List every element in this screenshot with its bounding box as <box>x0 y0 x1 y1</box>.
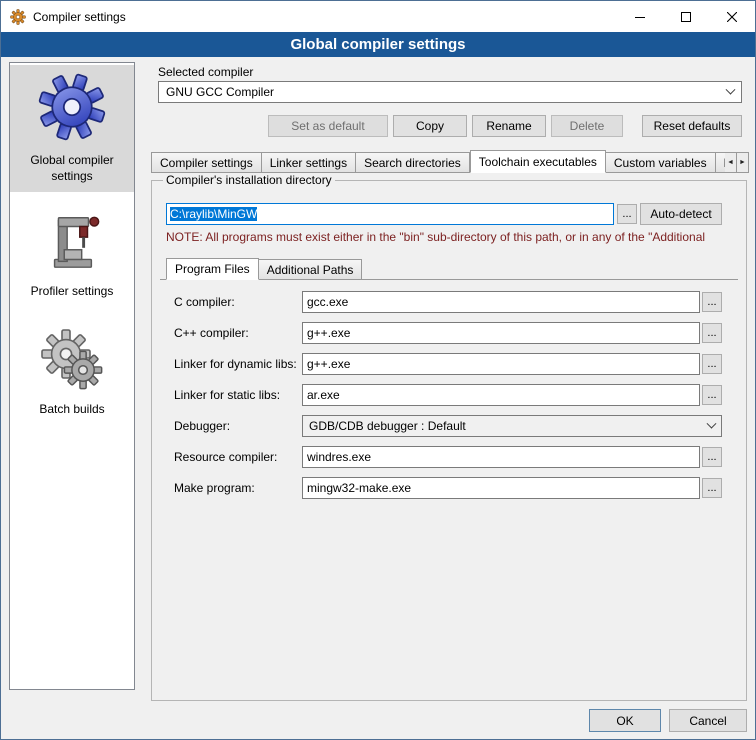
compiler-actions: Set as default Copy Rename Delete Reset … <box>158 115 742 137</box>
tabs-clip: Compiler settings Linker settings Search… <box>151 150 725 173</box>
installation-directory-input[interactable]: C:\raylib\MinGW <box>166 203 614 225</box>
debugger-select-value: GDB/CDB debugger : Default <box>309 419 466 433</box>
c-compiler-row: C compiler: ... <box>174 291 722 313</box>
sidebar: Global compiler settings Profiler settin… <box>9 62 135 690</box>
tab-scroll-left-button[interactable]: ◄ <box>725 152 737 173</box>
tab-compiler-settings[interactable]: Compiler settings <box>151 152 262 173</box>
cpp-compiler-row: C++ compiler: ... <box>174 322 722 344</box>
selected-compiler-label: Selected compiler <box>158 65 253 79</box>
static-linker-label: Linker for static libs: <box>174 388 302 402</box>
maximize-button[interactable] <box>663 1 709 32</box>
page-title: Global compiler settings <box>1 32 755 57</box>
installation-directory-row: C:\raylib\MinGW ... Auto-detect <box>160 203 738 225</box>
dynamic-linker-row: Linker for dynamic libs: ... <box>174 353 722 375</box>
resource-compiler-label: Resource compiler: <box>174 450 302 464</box>
compiler-settings-window: Compiler settings Global compiler settin… <box>0 0 756 740</box>
app-icon <box>10 9 26 25</box>
minimize-icon <box>635 12 645 22</box>
spacer <box>158 115 263 137</box>
sidebar-item-batch-builds[interactable]: Batch builds <box>10 320 134 426</box>
make-program-row: Make program: ... <box>174 477 722 499</box>
compiler-combobox[interactable]: GNU GCC Compiler <box>158 81 742 103</box>
cancel-button[interactable]: Cancel <box>669 709 747 732</box>
dynamic-linker-input[interactable] <box>302 353 700 375</box>
installation-directory-value: C:\raylib\MinGW <box>170 207 257 221</box>
scroll-right-icon: ► <box>739 159 746 166</box>
auto-detect-button[interactable]: Auto-detect <box>640 203 722 225</box>
maximize-icon <box>681 12 691 22</box>
minimize-button[interactable] <box>617 1 663 32</box>
tab-linker-settings[interactable]: Linker settings <box>262 152 356 173</box>
close-button[interactable] <box>709 1 755 32</box>
resource-compiler-input[interactable] <box>302 446 700 468</box>
sidebar-item-global-compiler-settings[interactable]: Global compiler settings <box>10 65 134 192</box>
compiler-combobox-value: GNU GCC Compiler <box>166 85 274 99</box>
installation-directory-browse-button[interactable]: ... <box>617 204 637 224</box>
ok-button[interactable]: OK <box>589 709 661 732</box>
sidebar-item-profiler-settings[interactable]: Profiler settings <box>10 204 134 308</box>
delete-button[interactable]: Delete <box>551 115 623 137</box>
make-program-browse-button[interactable]: ... <box>702 478 722 498</box>
resource-compiler-row: Resource compiler: ... <box>174 446 722 468</box>
bin-subdirectory-note: NOTE: All programs must exist either in … <box>166 230 738 244</box>
gray-gears-icon <box>40 327 104 396</box>
dynamic-linker-browse-button[interactable]: ... <box>702 354 722 374</box>
window-title: Compiler settings <box>33 10 126 24</box>
rename-button[interactable]: Rename <box>472 115 546 137</box>
sidebar-item-label: Batch builds <box>39 402 104 418</box>
static-linker-browse-button[interactable]: ... <box>702 385 722 405</box>
c-compiler-label: C compiler: <box>174 295 302 309</box>
program-files-tabbar: Program Files Additional Paths <box>166 258 738 280</box>
debugger-label: Debugger: <box>174 419 302 433</box>
c-compiler-browse-button[interactable]: ... <box>702 292 722 312</box>
title-bar: Compiler settings <box>1 1 755 32</box>
tab-scroll-right-button[interactable]: ► <box>737 152 749 173</box>
static-linker-row: Linker for static libs: ... <box>174 384 722 406</box>
profiler-tool-icon <box>41 211 103 278</box>
tab-additional-paths[interactable]: Additional Paths <box>259 259 363 280</box>
chevron-down-icon <box>707 418 717 428</box>
tab-build-options[interactable]: Buil <box>716 152 725 173</box>
installation-directory-group-title: Compiler's installation directory <box>163 173 335 187</box>
installation-directory-group: Compiler's installation directory C:\ray… <box>151 173 747 701</box>
settings-tabbar: Compiler settings Linker settings Search… <box>151 150 749 173</box>
window-controls <box>617 1 755 32</box>
make-program-input[interactable] <box>302 477 700 499</box>
dynamic-linker-label: Linker for dynamic libs: <box>174 357 302 371</box>
close-icon <box>727 12 737 22</box>
cpp-compiler-label: C++ compiler: <box>174 326 302 340</box>
static-linker-input[interactable] <box>302 384 700 406</box>
tab-program-files[interactable]: Program Files <box>166 258 259 280</box>
cpp-compiler-input[interactable] <box>302 322 700 344</box>
blue-gear-icon <box>37 72 107 147</box>
dialog-footer: OK Cancel <box>589 709 747 732</box>
chevron-down-icon <box>726 84 736 94</box>
tab-custom-variables[interactable]: Custom variables <box>606 152 716 173</box>
scroll-left-icon: ◄ <box>727 159 734 166</box>
copy-button[interactable]: Copy <box>393 115 467 137</box>
tab-search-directories[interactable]: Search directories <box>356 152 470 173</box>
program-files-panel: C compiler: ... C++ compiler: ... Linker… <box>160 279 738 499</box>
resource-compiler-browse-button[interactable]: ... <box>702 447 722 467</box>
main-panel: Selected compiler GNU GCC Compiler Set a… <box>151 62 749 702</box>
debugger-row: Debugger: GDB/CDB debugger : Default <box>174 415 722 437</box>
cpp-compiler-browse-button[interactable]: ... <box>702 323 722 343</box>
sidebar-item-label: Profiler settings <box>31 284 114 300</box>
set-as-default-button[interactable]: Set as default <box>268 115 388 137</box>
sidebar-item-label: Global compiler settings <box>12 153 132 184</box>
debugger-select[interactable]: GDB/CDB debugger : Default <box>302 415 722 437</box>
tab-toolchain-executables[interactable]: Toolchain executables <box>470 150 606 173</box>
reset-defaults-button[interactable]: Reset defaults <box>642 115 742 137</box>
c-compiler-input[interactable] <box>302 291 700 313</box>
make-program-label: Make program: <box>174 481 302 495</box>
